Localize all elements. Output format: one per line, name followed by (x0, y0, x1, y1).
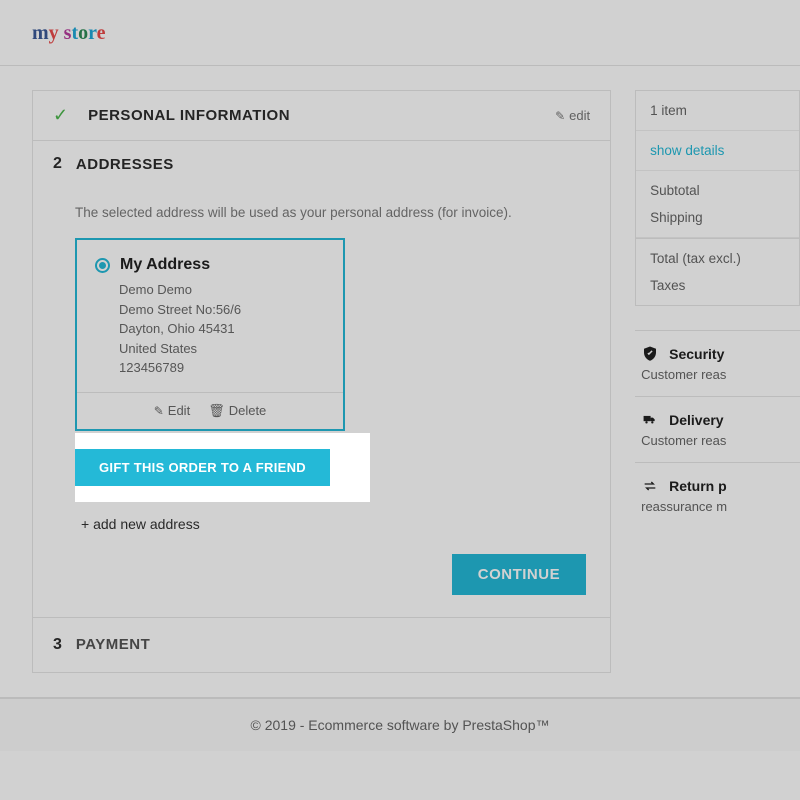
address-help-text: The selected address will be used as you… (75, 205, 586, 220)
summary-shipping: Shipping (636, 210, 799, 238)
edit-address[interactable]: ✎Edit (154, 403, 190, 419)
edit-personal-info[interactable]: ✎ edit (555, 108, 590, 123)
gift-button-highlight: GIFT THIS ORDER TO A FRIEND (75, 433, 370, 502)
address-label: My Address (120, 256, 210, 274)
continue-button[interactable]: CONTINUE (452, 554, 586, 595)
address-card[interactable]: My Address Demo Demo Demo Street No:56/6… (75, 238, 345, 431)
pencil-icon: ✎ (154, 404, 164, 418)
summary-subtotal: Subtotal (636, 171, 799, 210)
address-lines: Demo Demo Demo Street No:56/6 Dayton, Oh… (119, 280, 325, 378)
footer-text: © 2019 - Ecommerce software by PrestaSho… (251, 717, 550, 733)
pencil-icon: ✎ (555, 109, 565, 123)
step3-num: 3 (53, 636, 62, 654)
truck-icon (641, 411, 659, 429)
delete-address[interactable]: 🗑Delete (208, 403, 266, 419)
step-addresses-body: The selected address will be used as you… (33, 187, 610, 618)
reassurance-block: Security Customer reas Delivery Customer… (635, 330, 800, 528)
step-payment: 3 PAYMENT (33, 618, 610, 672)
summary-total: Total (tax excl.) (636, 238, 799, 278)
step-personal-info: ✓ PERSONAL INFORMATION ✎ edit (33, 91, 610, 141)
show-details-link[interactable]: show details (636, 131, 799, 171)
step1-title: PERSONAL INFORMATION (88, 107, 290, 124)
gift-order-button[interactable]: GIFT THIS ORDER TO A FRIEND (75, 449, 330, 486)
swap-icon (641, 477, 659, 495)
reassurance-security: Security Customer reas (635, 330, 800, 396)
add-new-address[interactable]: + add new address (81, 516, 200, 532)
step3-title: PAYMENT (76, 636, 150, 653)
header: my store (0, 0, 800, 65)
summary-taxes: Taxes (636, 278, 799, 305)
check-icon: ✓ (53, 105, 68, 126)
summary-items: 1 item (636, 91, 799, 131)
order-summary-sidebar: 1 item show details Subtotal Shipping To… (635, 90, 800, 673)
store-logo[interactable]: my store (32, 22, 106, 44)
checkout-main: ✓ PERSONAL INFORMATION ✎ edit 2 ADDRESSE… (32, 90, 611, 673)
shield-icon (641, 345, 659, 363)
footer: © 2019 - Ecommerce software by PrestaSho… (0, 697, 800, 751)
address-radio[interactable] (95, 258, 110, 273)
step2-title: ADDRESSES (76, 156, 174, 173)
step2-num: 2 (53, 155, 62, 173)
trash-icon: 🗑 (208, 403, 225, 419)
reassurance-delivery: Delivery Customer reas (635, 396, 800, 462)
step-addresses-header: 2 ADDRESSES (33, 141, 610, 187)
reassurance-return: Return p reassurance m (635, 462, 800, 528)
